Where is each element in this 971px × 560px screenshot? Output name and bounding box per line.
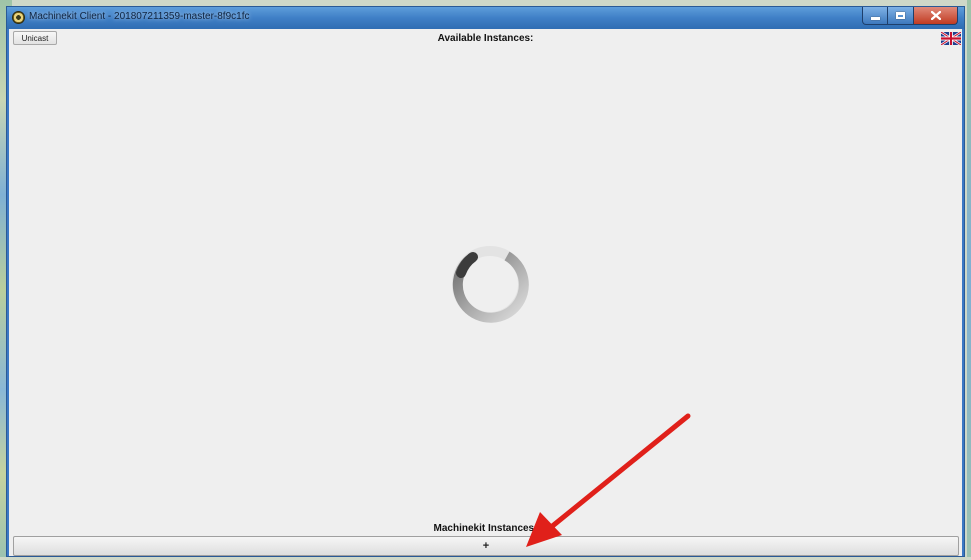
caption-buttons xyxy=(862,7,958,25)
minimize-button[interactable] xyxy=(862,7,888,25)
app-window: Machinekit Client - 201807211359-master-… xyxy=(6,6,965,557)
loading-spinner-icon xyxy=(452,246,529,323)
available-instances-title: Available Instances: xyxy=(437,33,534,44)
titlebar[interactable]: Machinekit Client - 201807211359-master-… xyxy=(7,7,964,29)
close-button[interactable] xyxy=(914,7,958,25)
minimize-icon xyxy=(870,17,880,20)
desktop-background-right xyxy=(967,0,971,557)
uk-flag-icon[interactable] xyxy=(941,32,961,45)
machinekit-instances-title: Machinekit Instances: xyxy=(433,523,538,534)
client-area: Unicast Available Instances: Machinekit … xyxy=(9,29,962,556)
maximize-icon xyxy=(896,12,905,19)
add-instance-button[interactable]: + xyxy=(13,536,959,556)
maximize-button[interactable] xyxy=(888,7,914,25)
machinekit-app-icon xyxy=(12,11,25,24)
window-title: Machinekit Client - 201807211359-master-… xyxy=(29,11,250,22)
close-icon xyxy=(930,11,941,20)
